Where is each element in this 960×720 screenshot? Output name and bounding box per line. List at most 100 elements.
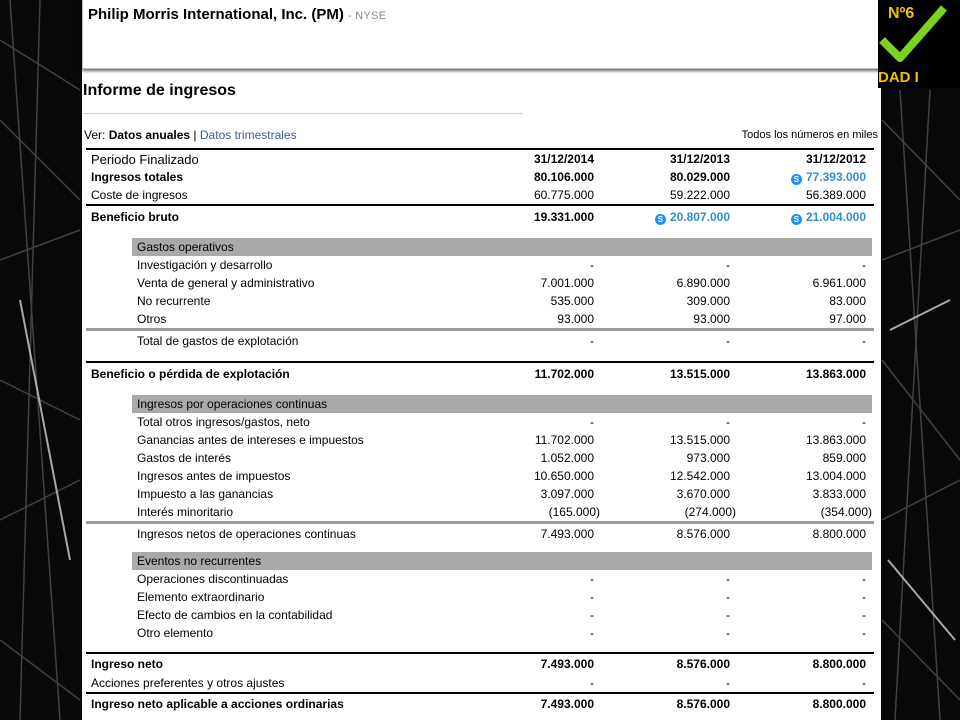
table-row: Interés minoritario (165.000) (274.000) … [86,503,874,523]
row-label: Venta de general y administrativo [137,276,315,290]
row-value: - [590,258,594,272]
row-value: - [862,608,866,622]
row-value: - [738,328,874,351]
row-value: 93.000 [693,312,730,326]
row-value: 13.515.000 [669,433,730,447]
section-header: Eventos no recurrentes [86,552,874,570]
row-value: 97.000 [829,312,866,326]
table-row: Elemento extraordinario - - - [86,588,874,606]
row-value: - [862,676,866,690]
view-separator: | [193,128,197,142]
row-value: - [726,608,730,622]
section-header: Ingresos por operaciones continuas [86,395,874,413]
view-selector: Ver: Datos anuales | Datos trimestrales [84,128,297,142]
row-label: Operaciones discontinuadas [137,572,289,586]
row-value: 7.001.000 [540,276,594,290]
row-value: 1.052.000 [540,451,594,465]
table-row: No recurrente 535.000 309.000 83.000 [86,292,874,310]
row-value: 13.004.000 [805,469,866,483]
row-label: Otro elemento [137,626,214,640]
section-title: Gastos operativos [132,238,872,256]
row-value: 7.493.000 [474,652,602,674]
view-prefix: Ver: [84,128,106,142]
row-value: - [862,626,866,640]
row-value: - [726,415,730,429]
company-name: Philip Morris International, Inc. (PM) [88,6,344,23]
row-label: Total de gastos de explotación [86,328,474,351]
row-label: Ingreso neto [86,652,474,674]
view-quarterly-link[interactable]: Datos trimestrales [200,128,297,142]
row-value-link[interactable]: S 21.004.000 [738,204,874,228]
view-annual-link[interactable]: Datos anuales [109,128,190,142]
row-label: Ingreso neto aplicable a acciones ordina… [86,692,474,714]
row-value: 3.670.000 [676,487,730,501]
row-value: - [590,590,594,604]
row-value: 859.000 [822,451,866,465]
row-value: - [726,258,730,272]
table-row: Ingresos netos de operaciones continuas … [86,521,874,544]
checkmark-icon: Nº6 DAD I [878,0,960,88]
row-value: 13.863.000 [805,433,866,447]
row-value: - [602,328,738,351]
table-row: Efecto de cambios en la contabilidad - -… [86,606,874,624]
row-value-link[interactable]: S 77.393.000 [738,168,874,186]
row-value: (274.000) [684,505,736,519]
row-value: 8.800.000 [738,692,874,714]
row-value: 13.515.000 [602,361,738,385]
row-label: Investigación y desarrollo [137,258,273,272]
row-value: 8.576.000 [602,652,738,674]
row-value: 7.493.000 [474,521,602,544]
row-value: 535.000 [550,294,594,308]
column-header-2012: 31/12/2012 [738,148,874,168]
row-value: 6.961.000 [812,276,866,290]
row-value: - [590,608,594,622]
table-row: Otro elemento - - - [86,624,874,642]
row-value: - [590,572,594,586]
row-label: Ganancias antes de intereses e impuestos [137,433,364,447]
row-value-link[interactable]: S 20.807.000 [602,204,738,228]
row-value: - [590,626,594,640]
row-value: 973.000 [686,451,730,465]
row-value: 93.000 [557,312,594,326]
row-value: 8.576.000 [602,692,738,714]
row-value: - [590,676,594,690]
row-label: Efecto de cambios en la contabilidad [137,608,333,622]
row-value: - [726,590,730,604]
row-value: 8.576.000 [602,521,738,544]
table-row: Gastos de interés 1.052.000 973.000 859.… [86,449,874,467]
row-value: - [726,626,730,640]
row-value: - [590,415,594,429]
column-header-2013: 31/12/2013 [602,148,738,168]
row-value: 12.542.000 [669,469,730,483]
table-row: Beneficio o pérdida de explotación 11.70… [86,361,874,385]
units-note: Todos los números en miles [741,129,878,141]
badge-text-top: Nº6 [888,5,914,22]
row-label: Gastos de interés [137,451,232,465]
table-row: Impuesto a las ganancias 3.097.000 3.670… [86,485,874,503]
row-label: Elemento extraordinario [137,590,265,604]
row-label: No recurrente [137,294,211,308]
row-value: 80.029.000 [669,170,730,184]
table-row: Investigación y desarrollo - - - [86,256,874,274]
row-value: 3.833.000 [812,487,866,501]
table-row: Venta de general y administrativo 7.001.… [86,274,874,292]
row-value: 11.702.000 [534,433,594,447]
table-row: Ingreso neto aplicable a acciones ordina… [86,692,874,714]
table-row: Total otros ingresos/gastos, neto - - - [86,413,874,431]
table-row: Ganancias antes de intereses e impuestos… [86,431,874,449]
company-header: Philip Morris International, Inc. (PM) - … [82,0,881,69]
table-row: Ingreso neto 7.493.000 8.576.000 8.800.0… [86,652,874,674]
row-label: Acciones preferentes y otros ajustes [91,676,285,690]
row-value: 6.890.000 [676,276,730,290]
row-value: 59.222.000 [669,188,730,202]
row-value: - [862,590,866,604]
row-label: Beneficio bruto [86,204,474,228]
period-label: Periodo Finalizado [86,148,474,168]
table-row: Total de gastos de explotación - - - [86,328,874,351]
table-row: Acciones preferentes y otros ajustes - -… [86,674,874,693]
exchange-label: - NYSE [347,10,387,22]
row-value: - [862,258,866,272]
row-value: (354.000) [820,505,872,519]
row-value: 60.775.000 [533,188,594,202]
row-value: - [862,415,866,429]
